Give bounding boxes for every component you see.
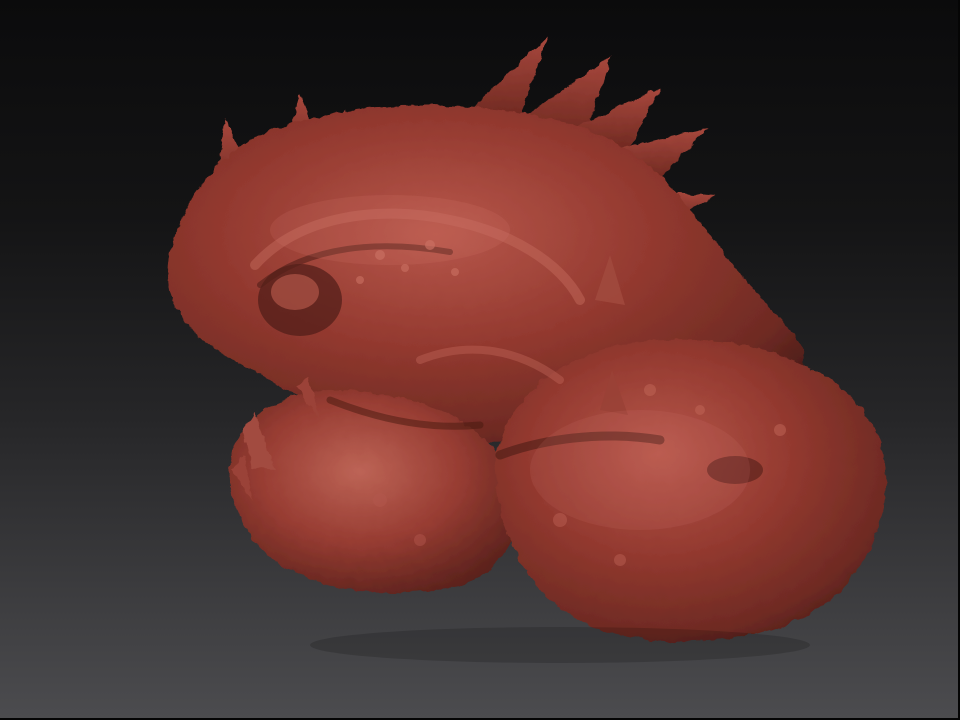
sculpt-viewport[interactable] [0,0,960,720]
creature-head-model[interactable] [0,0,960,720]
